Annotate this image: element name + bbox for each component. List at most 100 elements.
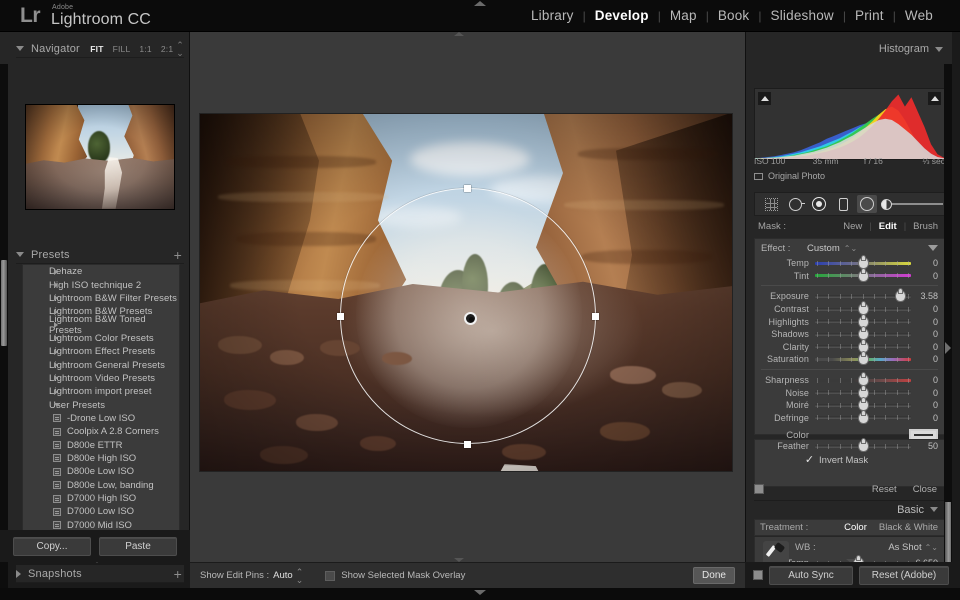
radial-filter-pin[interactable] (464, 312, 477, 325)
crop-overlay-tool[interactable] (761, 195, 781, 213)
slider-knob[interactable] (859, 413, 868, 423)
slider-track[interactable] (815, 375, 911, 386)
effect-slider-temp[interactable]: Temp0 (755, 257, 944, 270)
slider-knob[interactable] (859, 271, 868, 281)
radial-handle-right[interactable] (592, 313, 599, 320)
mask-brush-button[interactable]: Brush (906, 221, 945, 232)
slider-knob[interactable] (859, 342, 868, 352)
presets-header[interactable]: Presets + (16, 246, 184, 264)
slider-track[interactable] (815, 270, 911, 281)
slider-track[interactable] (815, 400, 911, 411)
effect-slider-defringe[interactable]: Defringe0 (755, 412, 944, 425)
module-print[interactable]: Print (846, 8, 893, 23)
shadow-clipping-indicator[interactable] (758, 92, 771, 105)
user-preset-item[interactable]: Coolpix A 2.8 Corners (23, 425, 179, 438)
brush-slider-knob[interactable] (881, 199, 892, 210)
chevron-down-icon[interactable] (930, 507, 938, 512)
filmstrip-collapse-arrow[interactable] (474, 590, 486, 595)
paste-button[interactable]: Paste (99, 537, 177, 556)
chevron-right-icon[interactable] (54, 269, 58, 275)
slider-track[interactable] (815, 387, 911, 398)
chevron-right-icon[interactable] (54, 322, 58, 328)
module-slideshow[interactable]: Slideshow (762, 8, 843, 23)
preset-group-row[interactable]: Lightroom Effect Presets (23, 345, 179, 358)
slider-track[interactable] (815, 341, 911, 352)
radial-handle-left[interactable] (337, 313, 344, 320)
preset-group-row[interactable]: Lightroom import preset (23, 385, 179, 398)
auto-sync-switch-icon[interactable] (753, 570, 763, 580)
treatment-bw-button[interactable]: Black & White (873, 522, 944, 533)
show-edit-pins-value[interactable]: Auto (273, 570, 293, 581)
module-develop[interactable]: Develop (586, 8, 658, 23)
add-preset-button[interactable]: + (174, 249, 184, 261)
effect-switch-icon[interactable] (928, 245, 938, 251)
original-photo-toggle[interactable]: Original Photo (754, 171, 825, 181)
wb-stepper-icon[interactable]: ⌃⌄ (925, 543, 938, 552)
chevron-right-icon[interactable] (54, 335, 58, 341)
preset-group-row[interactable]: Lightroom B&W Toned Presets (23, 318, 179, 331)
preset-group-row[interactable]: Dehaze (23, 265, 179, 278)
effect-slider-saturation[interactable]: Saturation0 (755, 353, 944, 366)
chevron-down-icon[interactable] (16, 46, 24, 51)
radial-handle-bottom[interactable] (464, 441, 471, 448)
histogram-header[interactable]: Histogram (752, 40, 947, 58)
edit-pins-stepper-icon[interactable]: ⌃⌄ (296, 568, 304, 584)
workspace-top-arrow[interactable] (454, 32, 464, 36)
preset-group-row[interactable]: Lightroom General Presets (23, 358, 179, 371)
canyon-photo[interactable] (200, 114, 732, 471)
effect-slider-shadows[interactable]: Shadows0 (755, 328, 944, 341)
preset-group-row[interactable]: Lightroom Video Presets (23, 372, 179, 385)
preset-group-row[interactable]: Lightroom B&W Filter Presets (23, 292, 179, 305)
invert-mask-row[interactable]: ✓ Invert Mask (755, 453, 944, 468)
slider-knob[interactable] (859, 375, 868, 385)
chevron-right-icon[interactable] (54, 282, 58, 288)
slider-knob[interactable] (896, 291, 905, 301)
user-preset-item[interactable]: D800e High ISO (23, 452, 179, 465)
slider-knob[interactable] (859, 258, 868, 268)
red-eye-tool[interactable] (809, 195, 829, 213)
presets-list[interactable]: DehazeHigh ISO technique 2Lightroom B&W … (22, 264, 180, 558)
zoom-level-fit[interactable]: FIT (90, 44, 103, 54)
reset-button[interactable]: Reset (864, 484, 905, 495)
effect-stepper-icon[interactable]: ⌃⌄ (844, 244, 857, 253)
highlight-clipping-indicator[interactable] (928, 92, 941, 105)
effect-slider-tint[interactable]: Tint0 (755, 270, 944, 283)
module-web[interactable]: Web (896, 8, 942, 23)
slider-track[interactable] (815, 412, 911, 423)
reset-adobe-button[interactable]: Reset (Adobe) (859, 566, 949, 585)
left-panel-resize-handle[interactable] (1, 260, 7, 346)
snapshots-header[interactable]: Snapshots + (16, 565, 184, 583)
module-map[interactable]: Map (661, 8, 706, 23)
chevron-right-icon[interactable] (54, 389, 58, 395)
chevron-down-icon[interactable] (935, 47, 943, 52)
mask-new-button[interactable]: New (836, 221, 869, 232)
photo-frame[interactable] (200, 114, 732, 471)
slider-track[interactable] (815, 291, 911, 302)
zoom-level-2-1[interactable]: 2:1 (161, 44, 173, 54)
slider-track[interactable] (815, 354, 911, 365)
chevron-right-icon[interactable] (16, 570, 21, 578)
chevron-down-icon[interactable] (54, 403, 60, 407)
zoom-level-1-1[interactable]: 1:1 (139, 44, 151, 54)
mask-slider-feather[interactable]: Feather50 (755, 440, 944, 453)
chevron-down-icon[interactable] (16, 252, 24, 257)
slider-knob[interactable] (859, 329, 868, 339)
preset-group-row[interactable]: User Presets (23, 398, 179, 411)
effect-header[interactable]: Effect : Custom ⌃⌄ (755, 239, 944, 257)
done-button[interactable]: Done (693, 567, 735, 584)
basic-header[interactable]: Basic (754, 500, 945, 518)
user-preset-item[interactable]: D800e Low, banding (23, 479, 179, 492)
zoom-stepper-icon[interactable]: ⌃⌄ (176, 41, 184, 57)
module-library[interactable]: Library (522, 8, 583, 23)
chevron-right-icon[interactable] (54, 349, 58, 355)
close-button[interactable]: Close (905, 484, 945, 495)
auto-sync-button[interactable]: Auto Sync (769, 566, 853, 585)
user-preset-item[interactable]: D7000 Low ISO (23, 505, 179, 518)
effect-value[interactable]: Custom (807, 243, 840, 254)
brush-size-slider[interactable] (881, 197, 943, 211)
effect-slider-clarity[interactable]: Clarity0 (755, 341, 944, 354)
radial-filter-tool[interactable] (857, 195, 877, 213)
effect-slider-highlights[interactable]: Highlights0 (755, 315, 944, 328)
navigator-preview[interactable] (16, 92, 184, 222)
navigator-header[interactable]: Navigator FITFILL1:12:1 ⌃⌄ (16, 40, 184, 58)
